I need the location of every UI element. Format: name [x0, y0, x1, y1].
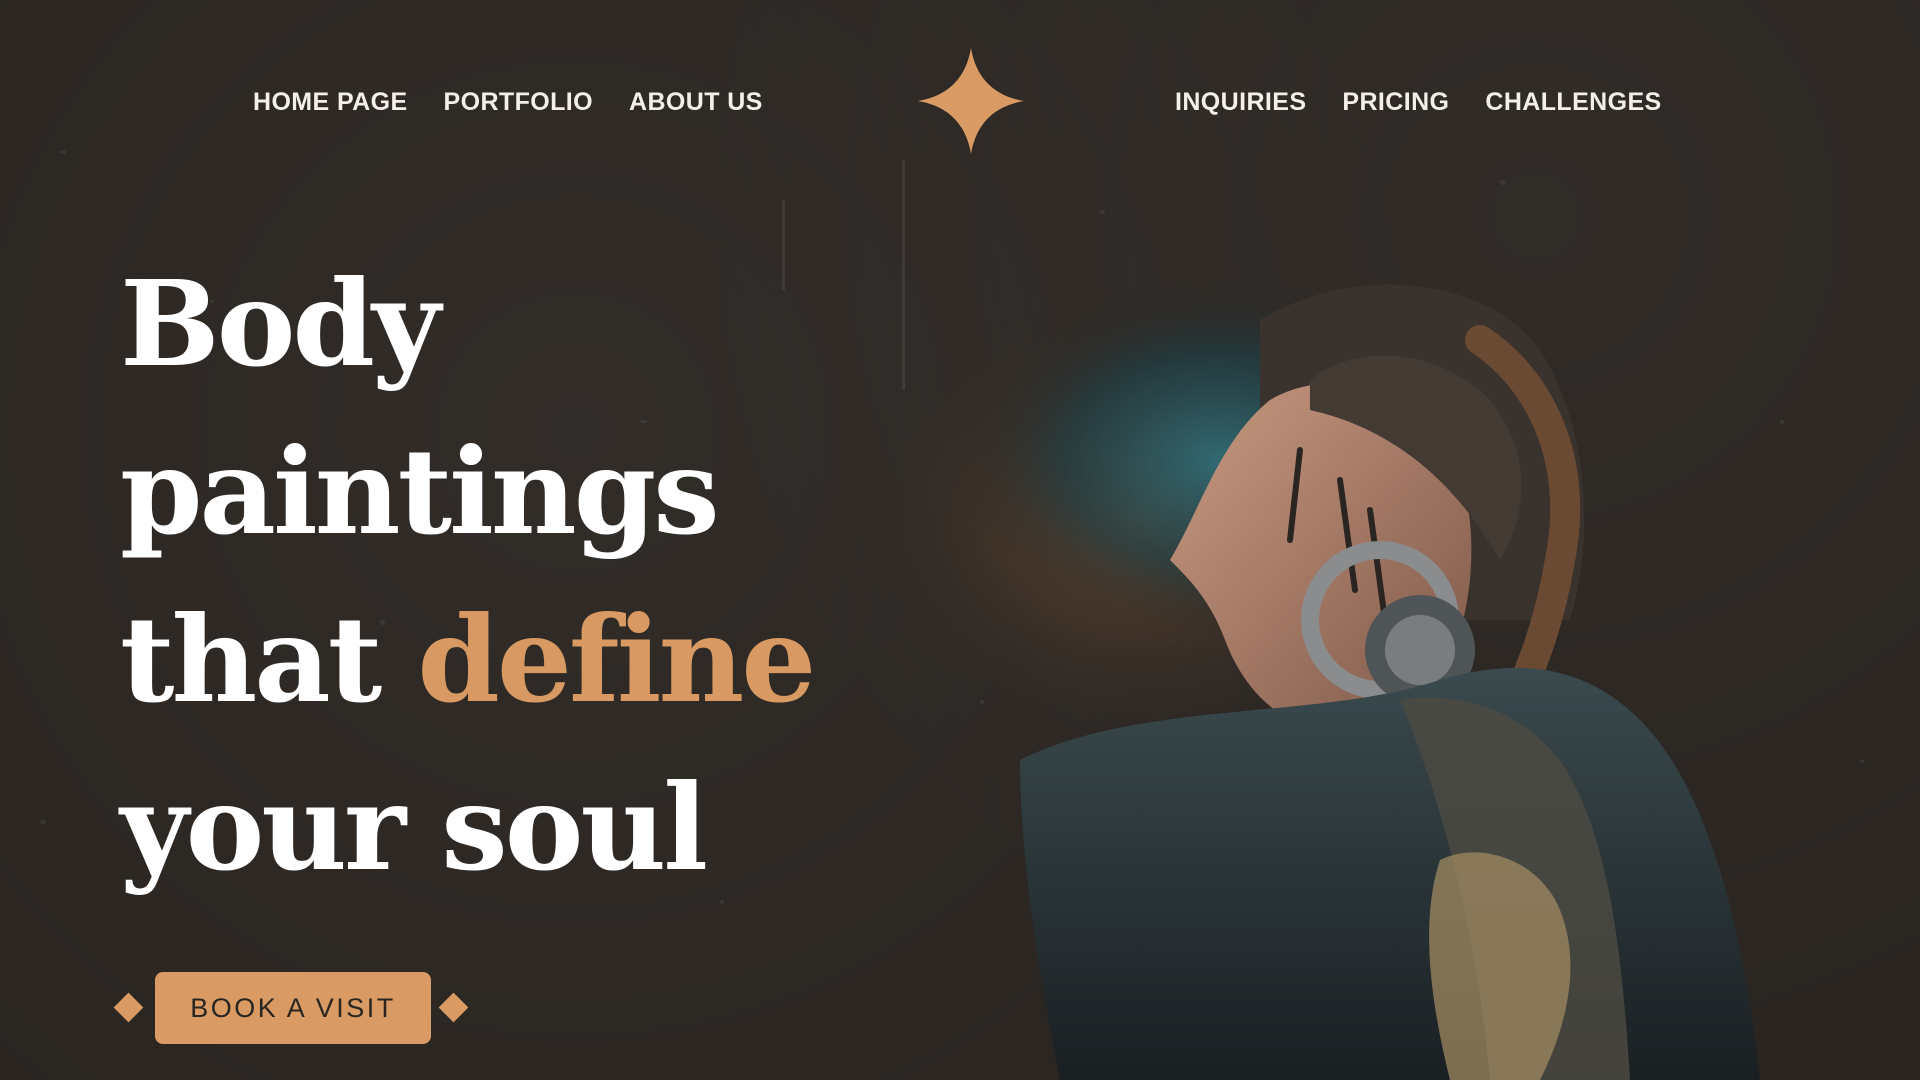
- hero-line-3-text: that: [120, 590, 418, 729]
- nav-left-group: HOME PAGE PORTFOLIO ABOUT US: [253, 80, 763, 124]
- nav-portfolio[interactable]: PORTFOLIO: [444, 88, 593, 117]
- book-visit-button[interactable]: BOOK A VISIT: [155, 972, 431, 1044]
- diamond-icon: [113, 992, 144, 1023]
- nav-home-page[interactable]: HOME PAGE: [253, 88, 408, 117]
- hero-line-2: paintings: [120, 422, 720, 561]
- hero-line-3: that define: [120, 576, 840, 744]
- diamond-icon: [438, 992, 469, 1023]
- hero-portrait-image: [850, 280, 1760, 1080]
- nav-right-group: INQUIRIES PRICING CHALLENGES: [1175, 80, 1662, 124]
- hero-heading: Body paintings that define your soul: [120, 240, 840, 912]
- nav-about-us[interactable]: ABOUT US: [629, 88, 763, 117]
- nav-inquiries[interactable]: INQUIRIES: [1175, 88, 1306, 117]
- hero-line-4: your soul: [120, 758, 708, 897]
- nav-pricing[interactable]: PRICING: [1342, 88, 1449, 117]
- nav-challenges[interactable]: CHALLENGES: [1485, 88, 1661, 117]
- hero-accent-word: define: [417, 590, 816, 729]
- four-point-star-icon[interactable]: [918, 48, 1024, 154]
- hero-line-1: Body: [120, 254, 441, 393]
